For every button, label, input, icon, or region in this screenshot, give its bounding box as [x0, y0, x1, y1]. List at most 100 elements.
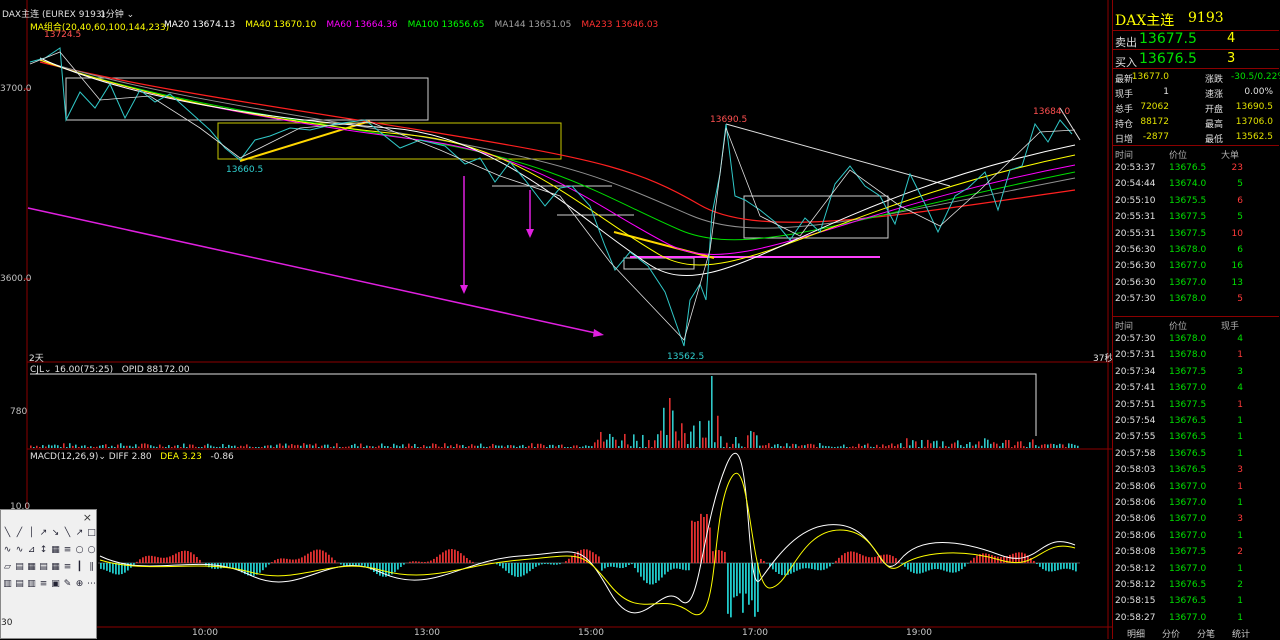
quote-stat-row: 最新13677.0涨跌-30.5/0.22% [1113, 70, 1279, 86]
tick-row[interactable]: 20:57:3413677.53 [1113, 365, 1279, 381]
vline-icon[interactable]: │ [26, 528, 37, 539]
tick-row[interactable]: 20:58:0613677.01 [1113, 480, 1279, 496]
tick-volume: 1 [1237, 432, 1243, 442]
tick-row[interactable]: 20:58:1213677.01 [1113, 562, 1279, 578]
stat-value: 13562.5 [1231, 132, 1273, 142]
wave2-icon[interactable]: ∿ [14, 545, 25, 556]
tick-row[interactable]: 20:58:0613677.01 [1113, 496, 1279, 512]
tick-volume: 6 [1237, 196, 1243, 206]
period-label: 1分钟 [100, 10, 124, 20]
big-order-row[interactable]: 20:55:3113677.55 [1113, 210, 1279, 226]
frame-icon[interactable]: ▣ [50, 579, 61, 590]
big-order-row[interactable]: 20:57:3013678.05 [1113, 292, 1279, 308]
tick-time: 20:58:08 [1115, 547, 1155, 557]
tab-2[interactable]: 分笔 [1197, 627, 1215, 640]
tick-row[interactable]: 20:57:3013678.04 [1113, 332, 1279, 348]
tick-price: 13677.0 [1169, 514, 1206, 524]
tick-row[interactable]: 20:58:1213676.52 [1113, 578, 1279, 594]
segment-icon[interactable]: ╲ [62, 528, 73, 539]
tick-volume: 2 [1237, 580, 1243, 590]
price-axis-13600: 3600.0 [0, 274, 32, 284]
stat-label: 最低 [1205, 132, 1223, 145]
tick-row[interactable]: 20:58:0813677.52 [1113, 545, 1279, 561]
triangle-icon[interactable]: ⊿ [26, 545, 37, 556]
box-icon[interactable]: ▦ [50, 562, 61, 573]
channel-icon[interactable]: ≡ [62, 545, 73, 556]
tick-time: 20:58:15 [1115, 596, 1155, 606]
drawing-toolbox[interactable]: × ╲╱│↗↘╲↗□∿∿⊿↕▦≡○○▱▤▦▤▦≡┃∥▥▤▥≡▣✎⊕⋯ 30 [0, 509, 97, 639]
close-icon[interactable]: × [83, 511, 92, 524]
more-icon[interactable]: ⋯ [86, 579, 97, 590]
tick-row[interactable]: 20:58:0613677.03 [1113, 512, 1279, 528]
tick-row[interactable]: 20:58:0313676.53 [1113, 463, 1279, 479]
buy-price[interactable]: 13676.5 [1139, 51, 1197, 67]
cols-icon[interactable]: ▥ [2, 579, 13, 590]
quote-code: 9193 [1188, 10, 1224, 26]
big-order-row[interactable]: 20:54:4413674.05 [1113, 177, 1279, 193]
fan-icon[interactable]: ▤ [38, 562, 49, 573]
tick-row[interactable]: 20:57:3113678.01 [1113, 348, 1279, 364]
macd-header[interactable]: MACD(12,26,9)⌄ DIFF 2.80 DEA 3.23 -0.86 [30, 452, 234, 462]
measure-icon[interactable]: ↕ [38, 545, 49, 556]
tick-price: 13676.5 [1169, 449, 1206, 459]
tick-row[interactable]: 20:58:0613677.01 [1113, 529, 1279, 545]
tick-row[interactable]: 20:57:5413676.51 [1113, 414, 1279, 430]
tick-time: 20:58:27 [1115, 613, 1155, 623]
pen-icon[interactable]: ✎ [62, 579, 73, 590]
parallel-icon[interactable]: ▱ [2, 562, 13, 573]
big-order-row[interactable]: 20:56:3013677.013 [1113, 276, 1279, 292]
tick-row[interactable]: 20:58:1513676.51 [1113, 594, 1279, 610]
tab-3[interactable]: 统计 [1232, 627, 1250, 640]
arrow-icon[interactable]: ↗ [74, 528, 85, 539]
grid-icon[interactable]: ▤ [14, 562, 25, 573]
tick-header-cell: 时间 [1115, 148, 1133, 161]
big-order-row[interactable]: 20:55:3113677.510 [1113, 227, 1279, 243]
wave-icon[interactable]: ∿ [2, 545, 13, 556]
tick-time: 20:58:06 [1115, 498, 1155, 508]
ellipse-icon[interactable]: ○ [86, 545, 97, 556]
big-order-row[interactable]: 20:53:3713676.523 [1113, 161, 1279, 177]
tick-price: 13678.0 [1169, 294, 1206, 304]
levels-icon[interactable]: ≡ [62, 562, 73, 573]
buy-volume: 3 [1227, 51, 1235, 66]
volume-value: 16.00(75:25) [54, 365, 113, 375]
vbar-icon[interactable]: ┃ [74, 562, 85, 573]
gann-icon[interactable]: ▦ [26, 562, 37, 573]
volume-header[interactable]: CJL⌄ 16.00(75:25) OPID 88172.00 [30, 365, 190, 375]
dbl-line-icon[interactable]: ∥ [86, 562, 97, 573]
tick-volume: 3 [1237, 465, 1243, 475]
ray-icon[interactable]: ╲ [2, 528, 13, 539]
hlines-icon[interactable]: ≡ [38, 579, 49, 590]
label-high-end: 13684.0 [1033, 107, 1070, 117]
period-selector[interactable]: 1分钟 ⌄ [100, 7, 134, 20]
tab-0[interactable]: 明细 [1127, 627, 1145, 640]
tick-volume: 2 [1237, 547, 1243, 557]
line-icon[interactable]: ╱ [14, 528, 25, 539]
tick-row[interactable]: 20:58:2713677.01 [1113, 611, 1279, 627]
tick-price: 13677.5 [1169, 212, 1206, 222]
arrow-down-icon[interactable]: ↘ [50, 528, 61, 539]
tick-price: 13677.5 [1169, 367, 1206, 377]
tick-row[interactable]: 20:57:5813676.51 [1113, 447, 1279, 463]
fib-icon[interactable]: ▦ [50, 545, 61, 556]
big-order-row[interactable]: 20:55:1013675.56 [1113, 194, 1279, 210]
big-order-row[interactable]: 20:56:3013678.06 [1113, 243, 1279, 259]
circle-icon[interactable]: ○ [74, 545, 85, 556]
range-icon[interactable]: ▤ [14, 579, 25, 590]
left-tag: 2天 [29, 351, 44, 364]
tick-row[interactable]: 20:57:4113677.04 [1113, 381, 1279, 397]
sell-volume: 4 [1227, 31, 1235, 46]
rect-icon[interactable]: □ [86, 528, 97, 539]
tick-volume: 1 [1237, 482, 1243, 492]
big-order-row[interactable]: 20:56:3013677.016 [1113, 259, 1279, 275]
tick-row[interactable]: 20:57:5113677.51 [1113, 398, 1279, 414]
zoom-icon[interactable]: ⊕ [74, 579, 85, 590]
period-icon[interactable]: ▥ [26, 579, 37, 590]
tab-1[interactable]: 分价 [1162, 627, 1180, 640]
volume-axis-780: 780 [10, 407, 27, 417]
arrow-up-icon[interactable]: ↗ [38, 528, 49, 539]
tick-time: 20:57:54 [1115, 416, 1155, 426]
tick-row[interactable]: 20:57:5513676.51 [1113, 430, 1279, 446]
kline-chart[interactable] [0, 0, 1112, 639]
sell-price[interactable]: 13677.5 [1139, 31, 1197, 47]
